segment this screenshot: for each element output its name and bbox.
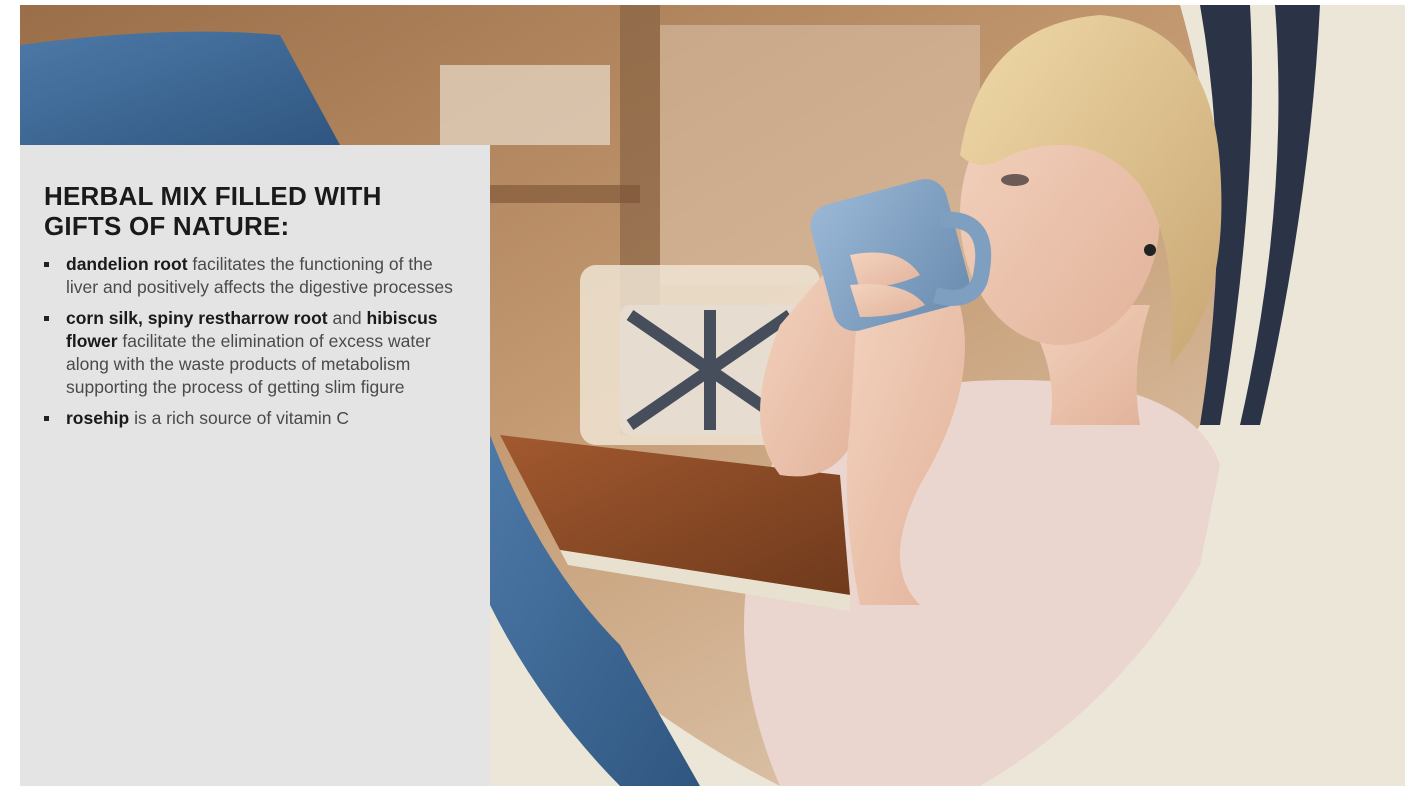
benefits-list: dandelion root facilitates the functioni…	[44, 253, 468, 430]
benefit-item: rosehip is a rich source of vitamin C	[44, 407, 468, 430]
benefit-item: corn silk, spiny restharrow root and hib…	[44, 307, 468, 399]
benefit-description: is a rich source of vitamin C	[129, 408, 350, 428]
benefit-connector: and	[327, 308, 367, 328]
benefit-ingredient: corn silk, spiny restharrow root	[66, 308, 328, 328]
square-bullet-icon	[44, 316, 49, 321]
benefit-ingredient: rosehip	[66, 408, 130, 428]
benefit-ingredient: dandelion root	[66, 254, 188, 274]
square-bullet-icon	[44, 262, 49, 267]
info-panel: HERBAL MIX FILLED WITH GIFTS OF NATURE: …	[20, 145, 490, 786]
benefit-item: dandelion root facilitates the functioni…	[44, 253, 468, 299]
square-bullet-icon	[44, 416, 49, 421]
benefit-description: facilitate the elimination of excess wat…	[66, 331, 431, 397]
panel-heading: HERBAL MIX FILLED WITH GIFTS OF NATURE:	[44, 181, 382, 241]
